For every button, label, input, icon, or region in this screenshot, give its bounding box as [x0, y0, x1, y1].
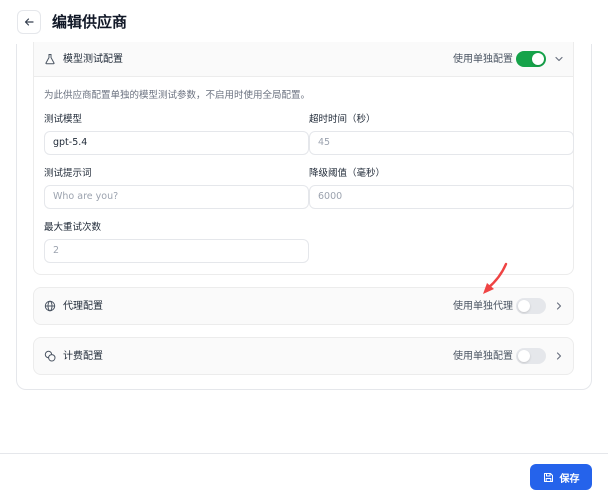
billing-toggle-label: 使用单独配置	[453, 351, 513, 362]
billing-toggle[interactable]	[516, 348, 546, 364]
header: 编辑供应商	[0, 0, 608, 44]
chevron-down-icon[interactable]	[554, 54, 564, 64]
save-button-label: 保存	[559, 473, 580, 485]
proxy-toggle-label: 使用单独代理	[453, 301, 513, 312]
test-prompt-label: 测试提示词	[44, 168, 92, 179]
coins-icon	[44, 350, 56, 362]
model-test-config-header[interactable]: 模型测试配置 使用单独配置	[34, 42, 573, 77]
max-retries-label: 最大重试次数	[44, 222, 102, 233]
test-config-description: 为此供应商配置单独的模型测试参数，不启用时使用全局配置。	[44, 90, 311, 101]
page-title: 编辑供应商	[52, 13, 128, 31]
flask-icon	[45, 54, 55, 65]
proxy-config-title: 代理配置	[63, 301, 103, 312]
degrade-threshold-input[interactable]: 6000	[309, 185, 574, 209]
proxy-toggle[interactable]	[516, 298, 546, 314]
chevron-right-icon[interactable]	[554, 301, 564, 311]
save-button[interactable]: 保存	[530, 464, 592, 490]
billing-config-section[interactable]: 计费配置 使用单独配置	[33, 337, 574, 375]
test-prompt-input[interactable]: Who are you?	[44, 185, 309, 209]
billing-config-title: 计费配置	[63, 351, 103, 362]
chevron-right-icon[interactable]	[554, 351, 564, 361]
test-toggle-label: 使用单独配置	[453, 54, 513, 65]
timeout-label: 超时时间（秒）	[309, 114, 376, 125]
model-test-config-title: 模型测试配置	[63, 54, 123, 65]
timeout-input[interactable]: 45	[309, 131, 574, 155]
arrow-left-icon	[24, 18, 34, 26]
test-config-toggle[interactable]	[516, 51, 546, 67]
test-model-label: 测试模型	[44, 114, 83, 125]
model-test-config-section: 模型测试配置 使用单独配置 为此供应商配置单独的模型测试参数，不启用时使用全局配…	[33, 42, 574, 275]
test-model-input[interactable]: gpt-5.4	[44, 131, 309, 155]
footer-bar	[0, 453, 608, 500]
save-icon	[543, 472, 553, 482]
globe-icon	[44, 300, 56, 312]
degrade-threshold-label: 降级阈值（毫秒）	[309, 168, 386, 179]
max-retries-input[interactable]: 2	[44, 239, 309, 263]
annotation-arrow-icon	[483, 262, 508, 294]
back-button[interactable]	[17, 10, 41, 34]
